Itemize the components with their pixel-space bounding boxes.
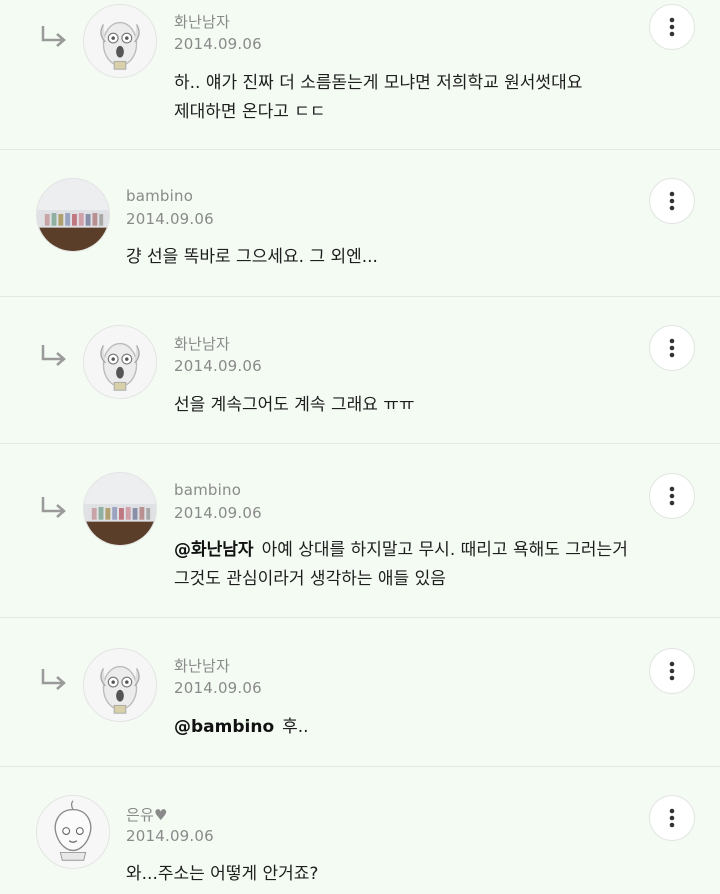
comment-text-line: 걍 선을 똑바로 그으세요. 그 외엔... <box>126 247 378 267</box>
comment-date: 2014.09.06 <box>126 210 214 228</box>
comment-author[interactable]: 은유♥ <box>126 804 168 825</box>
comment-text: 선을 계속그어도 계속 그래요 ㅠㅠ <box>174 391 674 420</box>
comment-item: bambino 2014.09.06 @화난남자 아예 상대를 하지말고 무시. … <box>0 444 720 618</box>
comment-text-line: 하.. 얘가 진짜 더 소름돋는게 모냐면 저희학교 원서썻대요 <box>174 73 583 93</box>
comment-text-line: @bambino 후.. <box>174 713 674 742</box>
comment-author[interactable]: bambino <box>126 187 193 205</box>
comment-item: bambino 2014.09.06 걍 선을 똑바로 그으세요. 그 외엔..… <box>0 150 720 297</box>
reply-arrow-icon <box>41 345 66 366</box>
comment-item: 화난남자 2014.09.06 선을 계속그어도 계속 그래요 ㅠㅠ <box>0 297 720 444</box>
comment-text: 와...주소는 어떻게 안거죠? <box>126 860 626 889</box>
dog-character-avatar-icon[interactable] <box>83 325 157 399</box>
comment-text: 걍 선을 똑바로 그으세요. 그 외엔... <box>126 243 626 272</box>
more-vertical-icon <box>669 17 675 37</box>
comment-text-line: @화난남자 아예 상대를 하지말고 무시. 때리고 욕해도 그러는거 <box>174 536 654 565</box>
group-photo-avatar-icon[interactable] <box>36 178 110 252</box>
comment-author[interactable]: 화난남자 <box>174 333 230 354</box>
reply-arrow-icon <box>41 497 66 518</box>
peach-character-avatar-icon[interactable] <box>36 795 110 869</box>
comment-text-line: 선을 계속그어도 계속 그래요 ㅠㅠ <box>174 395 415 415</box>
comment-text-line: 제대하면 온다고 ㄷㄷ <box>174 102 326 122</box>
comment-author[interactable]: bambino <box>174 481 241 499</box>
comment-date: 2014.09.06 <box>174 679 262 697</box>
comment-item: 은유♥ 2014.09.06 와...주소는 어떻게 안거죠? <box>0 767 720 894</box>
more-vertical-icon <box>669 191 675 211</box>
comment-text: @화난남자 아예 상대를 하지말고 무시. 때리고 욕해도 그러는거 그것도 관심… <box>174 536 654 594</box>
comment-date: 2014.09.06 <box>174 504 262 522</box>
more-options-button[interactable] <box>649 648 695 694</box>
reply-arrow-icon <box>41 669 66 690</box>
comment-item: 화난남자 2014.09.06 @bambino 후.. <box>0 618 720 767</box>
comment-list: 화난남자 2014.09.06 하.. 얘가 진짜 더 소름돋는게 모냐면 저희… <box>0 0 720 894</box>
comment-text: 하.. 얘가 진짜 더 소름돋는게 모냐면 저희학교 원서썻대요 제대하면 온다… <box>174 69 674 127</box>
comment-date: 2014.09.06 <box>174 357 262 375</box>
comment-author[interactable]: 화난남자 <box>174 655 230 676</box>
comment-text-line: 와...주소는 어떻게 안거죠? <box>126 864 319 884</box>
group-photo-avatar-icon[interactable] <box>83 472 157 546</box>
comment-date: 2014.09.06 <box>126 827 214 845</box>
more-options-button[interactable] <box>649 473 695 519</box>
comment-text-segment: 아예 상대를 하지말고 무시. 때리고 욕해도 그러는거 <box>261 540 628 560</box>
more-options-button[interactable] <box>649 4 695 50</box>
comment-item: 화난남자 2014.09.06 하.. 얘가 진짜 더 소름돋는게 모냐면 저희… <box>0 0 720 150</box>
comment-text-segment: 후.. <box>282 717 309 737</box>
comment-author[interactable]: 화난남자 <box>174 11 230 32</box>
more-options-button[interactable] <box>649 795 695 841</box>
more-options-button[interactable] <box>649 325 695 371</box>
dog-character-avatar-icon[interactable] <box>83 648 157 722</box>
comment-date: 2014.09.06 <box>174 35 262 53</box>
mention-link[interactable]: @bambino <box>174 717 274 737</box>
more-vertical-icon <box>669 661 675 681</box>
comment-text-line: 그것도 관심이라거 생각하는 애들 있음 <box>174 569 446 589</box>
dog-character-avatar-icon[interactable] <box>83 4 157 78</box>
more-options-button[interactable] <box>649 178 695 224</box>
mention-link[interactable]: @화난남자 <box>174 540 254 560</box>
more-vertical-icon <box>669 338 675 358</box>
more-vertical-icon <box>669 808 675 828</box>
reply-arrow-icon <box>41 26 66 47</box>
comment-text: @bambino 후.. <box>174 713 674 742</box>
more-vertical-icon <box>669 486 675 506</box>
